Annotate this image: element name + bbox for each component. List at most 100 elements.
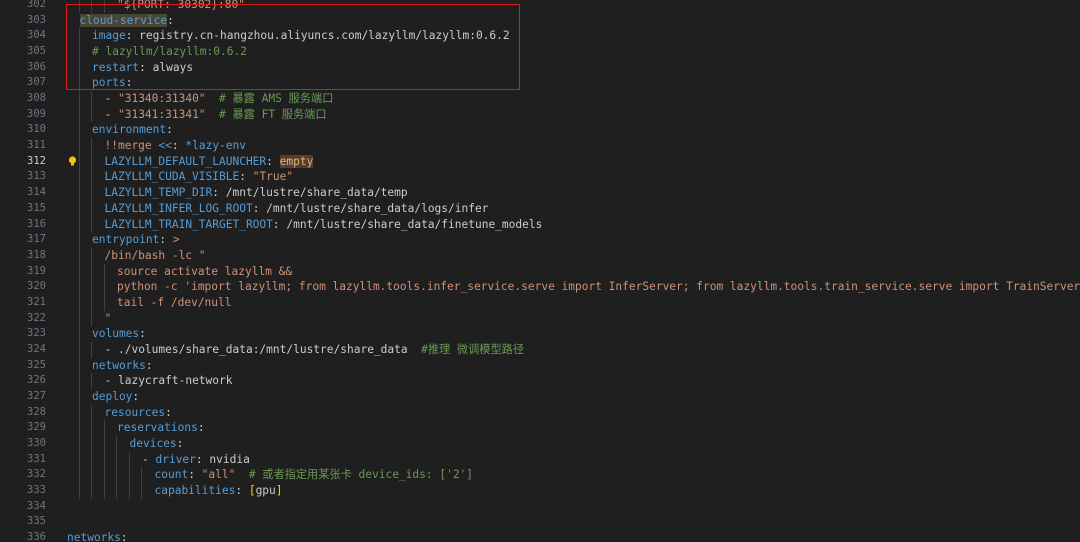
code-content: LAZYLLM_DEFAULT_LAUNCHER: empty: [105, 154, 314, 170]
line-number: 336: [27, 531, 46, 542]
code-line[interactable]: 335: [0, 514, 1080, 530]
code-line[interactable]: 332 count: "all" # 或者指定用某张卡 device_ids: […: [0, 467, 1080, 483]
code-content: - lazycraft-network: [105, 373, 233, 389]
code-token: :: [159, 233, 173, 247]
line-number: 312: [27, 154, 46, 167]
code-content: - driver: nvidia: [142, 452, 250, 468]
code-line[interactable]: 315 LAZYLLM_INFER_LOG_ROOT: /mnt/lustre/s…: [0, 201, 1080, 217]
line-number: 324: [27, 342, 46, 355]
code-line[interactable]: 323 volumes:: [0, 326, 1080, 342]
code-token: resources: [104, 405, 166, 419]
code-token: environment: [92, 123, 167, 137]
line-number: 325: [27, 358, 46, 371]
code-line[interactable]: 336 networks:: [0, 530, 1080, 542]
code-content: reservations:: [117, 420, 205, 436]
code-line[interactable]: 314 LAZYLLM_TEMP_DIR: /mnt/lustre/share_d…: [0, 185, 1080, 201]
line-number: 333: [27, 484, 46, 497]
code-token: :: [120, 531, 128, 542]
code-token: empty: [279, 154, 314, 168]
code-line[interactable]: 331 - driver: nvidia: [0, 452, 1080, 468]
code-token: LAZYLLM_DEFAULT_LAUNCHER: [104, 154, 267, 168]
code-token: /bin/bash -lc ": [104, 248, 206, 262]
code-token: *lazy-env: [185, 139, 246, 153]
code-token: "all": [201, 468, 236, 482]
code-token: driver: [155, 452, 196, 466]
code-editor[interactable]: 302 "${PORT: 30302}:80" 303 cloud-service: 3…: [0, 0, 1080, 542]
line-number: 316: [27, 217, 46, 230]
code-line[interactable]: 329 reservations:: [0, 420, 1080, 436]
line-number: 321: [27, 295, 46, 308]
code-token: :: [145, 358, 153, 372]
code-content: LAZYLLM_CUDA_VISIBLE: "True": [105, 169, 294, 185]
code-token: networks: [67, 531, 121, 542]
code-line[interactable]: 320 python -c 'import lazyllm; from lazyl…: [0, 279, 1080, 295]
code-line[interactable]: 319 source activate lazyllm &&: [0, 264, 1080, 280]
code-token: gpu: [255, 484, 276, 498]
code-token: /mnt/lustre/share_data/temp: [225, 186, 408, 200]
code-content: volumes:: [92, 326, 146, 342]
highlight-annotation-box: [66, 4, 520, 90]
code-line[interactable]: 318/bin/bash -lc ": [0, 248, 1080, 264]
code-token: devices: [129, 437, 177, 451]
line-number: 332: [27, 468, 46, 481]
code-line[interactable]: 324 - ./volumes/share_data:/mnt/lustre/sh…: [0, 342, 1080, 358]
code-line[interactable]: 327 deploy:: [0, 389, 1080, 405]
code-content: - "31340:31340" # 暴露 AMS 服务端口: [105, 91, 334, 107]
code-token: source activate lazyllm &&: [117, 264, 293, 278]
code-token: # 暴露 AMS 服务端口: [205, 92, 334, 106]
code-token: networks: [92, 358, 146, 372]
code-content: - "31341:31341" # 暴露 FT 服务端口: [105, 107, 327, 123]
code-line[interactable]: 334: [0, 499, 1080, 515]
code-line[interactable]: 316 LAZYLLM_TRAIN_TARGET_ROOT: /mnt/lustr…: [0, 217, 1080, 233]
line-number: 313: [27, 170, 46, 183]
code-token: entrypoint: [92, 233, 160, 247]
code-line[interactable]: 333 capabilities: [gpu]: [0, 483, 1080, 499]
code-line[interactable]: 309 - "31341:31341" # 暴露 FT 服务端口: [0, 107, 1080, 123]
code-line[interactable]: 312 LAZYLLM_DEFAULT_LAUNCHER: empty: [0, 154, 1080, 170]
code-line[interactable]: 322 ": [0, 311, 1080, 327]
line-number: 328: [27, 405, 46, 418]
code-token: >: [172, 233, 180, 247]
code-token: count: [154, 468, 189, 482]
line-number: 326: [27, 374, 46, 387]
code-token: :: [235, 484, 249, 498]
code-token: :: [195, 452, 210, 466]
code-line[interactable]: 310 environment:: [0, 122, 1080, 138]
code-token: /mnt/lustre/share_data/finetune_models: [286, 217, 543, 231]
code-line[interactable]: 326 - lazycraft-network: [0, 373, 1080, 389]
code-token: "31341:31341": [117, 107, 206, 121]
code-content: entrypoint: >: [92, 232, 180, 248]
line-number: 307: [27, 76, 46, 89]
code-line[interactable]: 321 tail -f /dev/null: [0, 295, 1080, 311]
line-number: 302: [27, 0, 46, 10]
code-token: tail -f /dev/null: [117, 295, 232, 309]
code-content: networks:: [67, 530, 128, 542]
line-number: 308: [27, 92, 46, 105]
code-content: deploy:: [92, 389, 139, 405]
code-line[interactable]: 325 networks:: [0, 358, 1080, 374]
code-content: python -c 'import lazyllm; from lazyllm.…: [117, 279, 1080, 295]
code-content: source activate lazyllm &&: [117, 264, 292, 280]
line-number: 329: [27, 421, 46, 434]
code-token: LAZYLLM_INFER_LOG_ROOT: [104, 201, 253, 215]
code-line[interactable]: 328 resources:: [0, 405, 1080, 421]
code-content: tail -f /dev/null: [117, 295, 232, 311]
code-line[interactable]: 330 devices:: [0, 436, 1080, 452]
code-token: ]: [275, 484, 283, 498]
line-number: 319: [27, 264, 46, 277]
line-number: 305: [27, 45, 46, 58]
code-line[interactable]: 313 LAZYLLM_CUDA_VISIBLE: "True": [0, 169, 1080, 185]
code-token: :: [171, 139, 186, 153]
code-token: LAZYLLM_TRAIN_TARGET_ROOT: [104, 217, 273, 231]
code-line[interactable]: 308 - "31340:31340" # 暴露 AMS 服务端口: [0, 91, 1080, 107]
code-token: :: [165, 405, 172, 419]
lightbulb-icon[interactable]: [68, 156, 77, 167]
line-number: 327: [27, 390, 46, 402]
code-line[interactable]: 311 !!merge <<: *lazy-env: [0, 138, 1080, 154]
code-content: environment:: [92, 122, 173, 138]
code-content: capabilities: [gpu]: [155, 483, 283, 499]
line-number: 330: [27, 437, 46, 450]
code-line[interactable]: 317 entrypoint: >: [0, 232, 1080, 248]
code-token: python -c 'import lazyllm; from lazyllm.…: [117, 280, 1080, 294]
code-token: :: [272, 217, 287, 231]
